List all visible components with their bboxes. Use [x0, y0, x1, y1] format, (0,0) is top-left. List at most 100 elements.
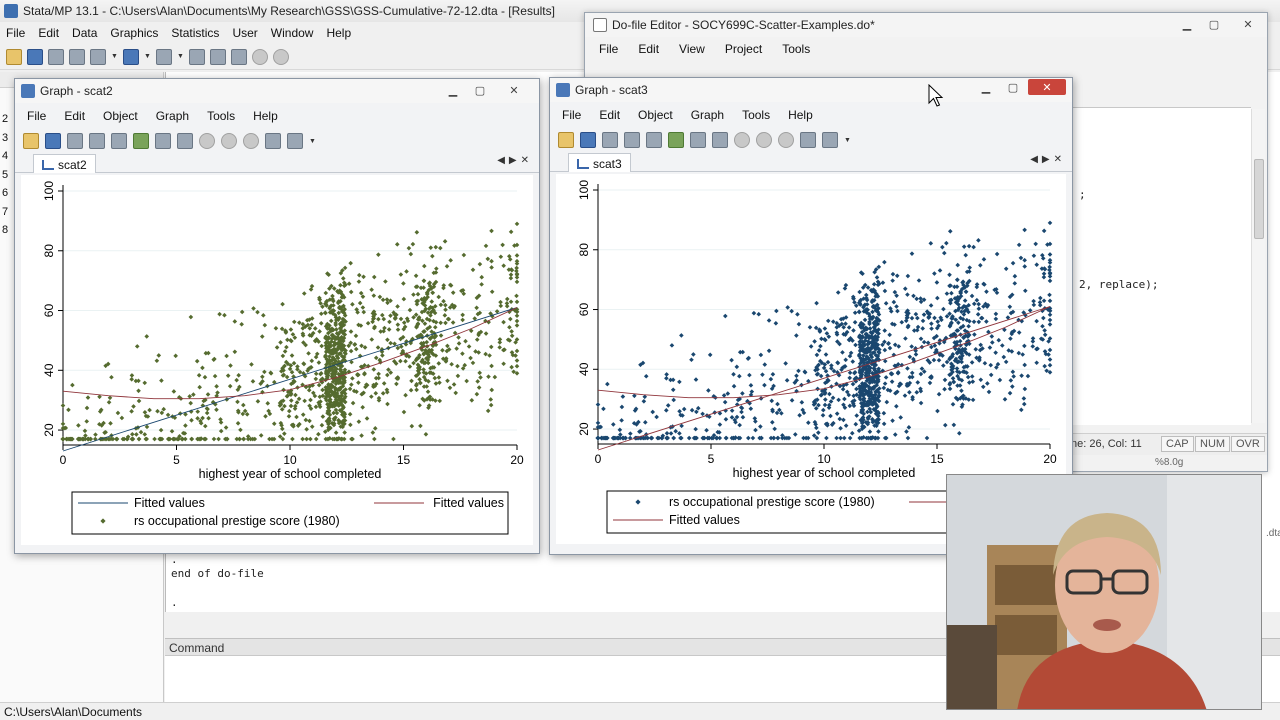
close-icon[interactable]: ✕ — [1028, 79, 1066, 95]
do-file-editor-icon[interactable] — [156, 48, 172, 65]
pointer-icon[interactable] — [712, 132, 728, 148]
webcam-overlay — [946, 474, 1262, 710]
rename-icon[interactable] — [111, 133, 127, 149]
graph1-menu-file[interactable]: File — [27, 109, 46, 123]
editor-title: Do-file Editor - SOCY699C-Scatter-Exampl… — [612, 18, 875, 32]
open-icon[interactable] — [6, 48, 22, 65]
save-icon[interactable] — [27, 48, 43, 65]
graph2-menu-object[interactable]: Object — [638, 108, 673, 122]
maximize-icon[interactable]: ▢ — [468, 82, 492, 98]
graph-editor-icon[interactable] — [668, 132, 684, 148]
main-menu-window[interactable]: Window — [271, 26, 314, 40]
log-icon[interactable] — [69, 48, 85, 65]
stata-app-icon — [4, 4, 18, 18]
print-icon[interactable] — [48, 48, 64, 65]
y-tick-label: 60 — [42, 304, 56, 318]
tab-scat3[interactable]: scat3 — [568, 153, 631, 172]
editor-scrollbar[interactable] — [1251, 109, 1265, 423]
open-icon[interactable] — [23, 133, 39, 149]
redo-icon[interactable] — [221, 133, 237, 149]
x-tick-label: 0 — [595, 452, 602, 466]
close-icon[interactable]: ✕ — [495, 82, 533, 98]
graph-editor-icon[interactable] — [133, 133, 149, 149]
play-icon[interactable] — [287, 133, 303, 149]
pause-icon[interactable] — [265, 133, 281, 149]
graph2-menu-help[interactable]: Help — [788, 108, 813, 122]
save-icon[interactable] — [45, 133, 61, 149]
save-icon[interactable] — [580, 132, 596, 148]
graph2-menu-edit[interactable]: Edit — [599, 108, 620, 122]
pause-icon[interactable] — [800, 132, 816, 148]
open-icon[interactable] — [558, 132, 574, 148]
minimize-icon[interactable]: ▁ — [974, 79, 998, 95]
copy-icon[interactable] — [89, 133, 105, 149]
cursor-position: ne: 26, Col: 11 — [1071, 438, 1142, 450]
data-browser-icon[interactable] — [210, 48, 226, 65]
x-axis-label: highest year of school completed — [733, 466, 916, 480]
editor-menu-file[interactable]: File — [599, 42, 618, 56]
editor-titlebar: Do-file Editor - SOCY699C-Scatter-Exampl… — [585, 13, 1267, 37]
pointer-icon[interactable] — [177, 133, 193, 149]
undo-icon[interactable] — [734, 132, 750, 148]
toolbar-dropdown-icon[interactable]: ▼ — [844, 137, 851, 144]
maximize-icon[interactable]: ▢ — [1001, 79, 1025, 95]
editor-dropdown-icon[interactable]: ▼ — [177, 53, 184, 60]
graph1-menu-edit[interactable]: Edit — [64, 109, 85, 123]
graph1-menu-help[interactable]: Help — [253, 109, 278, 123]
more-icon[interactable] — [252, 48, 268, 65]
graph2-menu-tools[interactable]: Tools — [742, 108, 770, 122]
tab-scat2[interactable]: scat2 — [33, 154, 96, 173]
redo-icon[interactable] — [756, 132, 772, 148]
presenter-video-image — [947, 475, 1261, 709]
graph-window-icon — [21, 84, 35, 98]
record-icon[interactable] — [243, 133, 259, 149]
x-tick-label: 10 — [283, 453, 297, 467]
minimize-icon[interactable]: ▁ — [1175, 16, 1199, 32]
copy-icon[interactable] — [624, 132, 640, 148]
main-menu-user[interactable]: User — [232, 26, 257, 40]
main-menu-statistics[interactable]: Statistics — [171, 26, 219, 40]
line-number: 3 — [2, 131, 9, 144]
toolbar-dropdown-icon[interactable]: ▼ — [309, 138, 316, 145]
y-tick-label: 100 — [42, 181, 56, 201]
graph1-menu-graph[interactable]: Graph — [156, 109, 189, 123]
scrollbar-thumb[interactable] — [1254, 159, 1264, 239]
graph2-title: Graph - scat3 — [575, 83, 648, 97]
main-menu-graphics[interactable]: Graphics — [110, 26, 158, 40]
caps-indicator: CAP — [1161, 436, 1194, 452]
main-menu-help[interactable]: Help — [326, 26, 351, 40]
y-tick-label: 100 — [577, 180, 591, 200]
select-icon[interactable] — [690, 132, 706, 148]
select-icon[interactable] — [155, 133, 171, 149]
close-icon[interactable]: ✕ — [1229, 16, 1267, 32]
rename-icon[interactable] — [646, 132, 662, 148]
play-icon[interactable] — [822, 132, 838, 148]
data-editor-icon[interactable] — [189, 48, 205, 65]
tab-navigation[interactable]: ◀▶✕ — [1030, 154, 1066, 165]
viewer-dropdown-icon[interactable]: ▼ — [111, 53, 118, 60]
graph2-menu-file[interactable]: File — [562, 108, 581, 122]
variables-manager-icon[interactable] — [231, 48, 247, 65]
tab-navigation[interactable]: ◀▶✕ — [497, 155, 533, 166]
main-menu-file[interactable]: File — [6, 26, 25, 40]
break-icon[interactable] — [273, 48, 289, 65]
maximize-icon[interactable]: ▢ — [1202, 16, 1226, 32]
graph-icon[interactable] — [123, 48, 139, 65]
viewer-icon[interactable] — [90, 48, 106, 65]
record-icon[interactable] — [778, 132, 794, 148]
editor-menu-edit[interactable]: Edit — [638, 42, 659, 56]
print-icon[interactable] — [602, 132, 618, 148]
minimize-icon[interactable]: ▁ — [441, 82, 465, 98]
graph1-menu-tools[interactable]: Tools — [207, 109, 235, 123]
print-icon[interactable] — [67, 133, 83, 149]
main-menu-data[interactable]: Data — [72, 26, 97, 40]
editor-menu-view[interactable]: View — [679, 42, 705, 56]
editor-menu-project[interactable]: Project — [725, 42, 762, 56]
main-menu-edit[interactable]: Edit — [38, 26, 59, 40]
undo-icon[interactable] — [199, 133, 215, 149]
graph-window-scat2: Graph - scat2 ▁ ▢ ✕ File Edit Object Gra… — [14, 78, 540, 554]
graph2-menu-graph[interactable]: Graph — [691, 108, 724, 122]
editor-menu-tools[interactable]: Tools — [782, 42, 810, 56]
graph-dropdown-icon[interactable]: ▼ — [144, 53, 151, 60]
graph1-menu-object[interactable]: Object — [103, 109, 138, 123]
